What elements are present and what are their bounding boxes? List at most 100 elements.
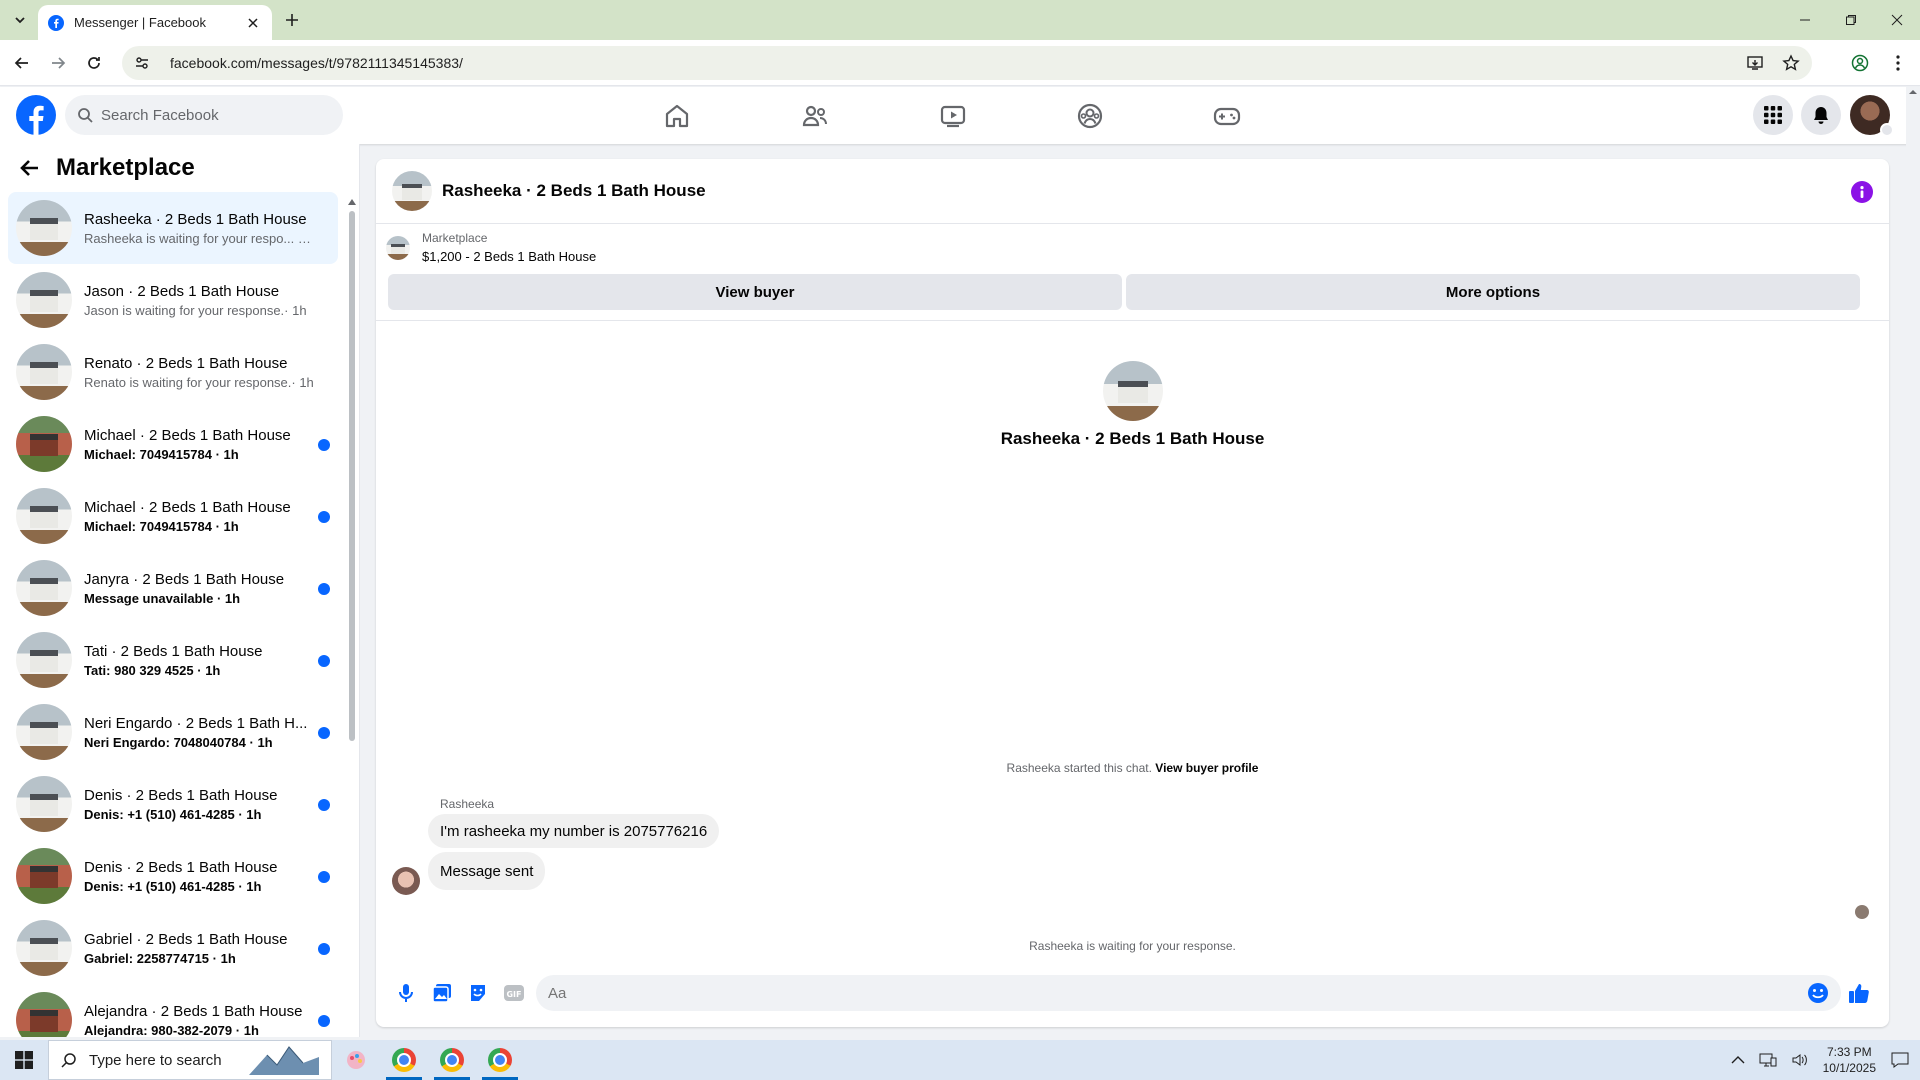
listing-thumbnail [16, 632, 72, 688]
conversation-time: · 1h [238, 878, 262, 894]
volume-icon[interactable] [1791, 1052, 1809, 1068]
emoji-icon[interactable] [1807, 982, 1829, 1004]
photo-icon [432, 984, 451, 1003]
facebook-search[interactable] [65, 95, 343, 135]
back-arrow-button[interactable] [18, 158, 40, 178]
message-input[interactable] [548, 984, 1807, 1002]
account-chevron-icon[interactable] [1880, 123, 1894, 137]
voice-clip-button[interactable] [388, 975, 424, 1011]
facebook-search-input[interactable] [101, 106, 321, 124]
listing-thumbnail [16, 560, 72, 616]
gaming-icon [1213, 107, 1241, 126]
conversation-item[interactable]: Jason · 2 Beds 1 Bath House Jason is wai… [8, 264, 338, 336]
tab-close-button[interactable] [244, 14, 262, 32]
conversation-time: · 1h [212, 950, 236, 966]
nav-home[interactable] [660, 99, 694, 133]
conversation-item[interactable]: Denis · 2 Beds 1 Bath House Denis: +1 (5… [8, 768, 338, 840]
notification-center-icon[interactable] [1890, 1051, 1910, 1069]
address-bar[interactable]: facebook.com/messages/t/9782111345145383… [122, 46, 1812, 80]
nav-friends[interactable] [798, 99, 832, 133]
chat-title[interactable]: Rasheeka · 2 Beds 1 Bath House [442, 181, 706, 201]
search-highlight-icon [249, 1046, 319, 1075]
install-app-icon[interactable] [1746, 54, 1764, 72]
chat-header-thumbnail[interactable] [392, 171, 432, 211]
notifications-button[interactable] [1801, 95, 1841, 135]
system-clock[interactable]: 7:33 PM 10/1/2025 [1823, 1044, 1876, 1076]
conversation-time: · 1h [215, 446, 239, 462]
listing-summary[interactable]: Marketplace $1,200 - 2 Beds 1 Bath House [386, 231, 596, 264]
restore-button[interactable] [1828, 0, 1874, 40]
scroll-up-icon[interactable] [348, 199, 356, 205]
conversation-item[interactable]: Rasheeka · 2 Beds 1 Bath House Rasheeka … [8, 192, 338, 264]
conversation-item[interactable]: Neri Engardo · 2 Beds 1 Bath H... Neri E… [8, 696, 338, 768]
menu-button[interactable] [1753, 95, 1793, 135]
conversation-time: · 1h [249, 734, 273, 750]
conversation-info-button[interactable] [1851, 181, 1873, 203]
more-options-button[interactable]: More options [1126, 274, 1860, 310]
conversation-list: Rasheeka · 2 Beds 1 Bath House Rasheeka … [8, 192, 338, 1037]
conversation-preview: Message unavailable [84, 590, 214, 606]
profile-button[interactable] [1846, 49, 1874, 77]
message-bubble[interactable]: Message sent [428, 852, 546, 890]
back-button[interactable] [8, 49, 36, 77]
system-tray: 7:33 PM 10/1/2025 [1731, 1040, 1920, 1080]
minimize-button[interactable] [1782, 0, 1828, 40]
browser-menu-button[interactable] [1884, 49, 1912, 77]
tab-search-button[interactable] [8, 8, 32, 32]
nav-groups[interactable] [1073, 99, 1107, 133]
taskbar-app-chrome-2[interactable] [428, 1040, 476, 1080]
conversation-preview: Jason is waiting for your response. [84, 302, 285, 318]
arrow-left-icon [14, 57, 28, 69]
message-bubble[interactable]: I'm rasheeka my number is 2075776216 [428, 814, 720, 848]
bell-icon [1814, 107, 1828, 124]
taskbar-app-chrome-1[interactable] [380, 1040, 428, 1080]
new-tab-button[interactable] [280, 8, 304, 32]
reload-button[interactable] [80, 49, 108, 77]
conversation-name: Gabriel · 2 Beds 1 Bath House [84, 930, 288, 948]
arrow-left-icon [20, 160, 38, 176]
listing-thumbnail [16, 344, 72, 400]
chevron-up-icon[interactable] [1731, 1055, 1745, 1065]
sidebar-scrollbar[interactable] [348, 199, 356, 1037]
sender-avatar[interactable] [392, 867, 420, 895]
chat-center-name: Rasheeka · 2 Beds 1 Bath House [1000, 429, 1265, 448]
chat-panel: Rasheeka · 2 Beds 1 Bath House Marketpla… [376, 159, 1889, 1027]
listing-thumbnail [16, 488, 72, 544]
forward-button[interactable] [44, 49, 72, 77]
conversation-name: Denis · 2 Beds 1 Bath House [84, 858, 278, 876]
nav-video[interactable] [936, 99, 970, 133]
conversation-item[interactable]: Gabriel · 2 Beds 1 Bath House Gabriel: 2… [8, 912, 338, 984]
page-scrollbar[interactable] [1906, 87, 1920, 1037]
taskbar-app-chrome-3[interactable] [476, 1040, 524, 1080]
conversation-name: Renato · 2 Beds 1 Bath House [84, 354, 288, 372]
like-button[interactable] [1841, 975, 1877, 1011]
conversation-preview: Michael: 7049415784 [84, 446, 212, 462]
network-icon[interactable] [1759, 1052, 1777, 1068]
bookmark-star-icon[interactable] [1782, 54, 1800, 72]
facebook-logo[interactable] [16, 95, 56, 135]
conversation-item[interactable]: Renato · 2 Beds 1 Bath House Renato is w… [8, 336, 338, 408]
taskbar-search[interactable]: Type here to search [48, 1040, 332, 1080]
conversation-name: Neri Engardo · 2 Beds 1 Bath H... [84, 714, 308, 732]
close-window-button[interactable] [1874, 0, 1920, 40]
attach-photo-button[interactable] [424, 975, 460, 1011]
view-buyer-profile-link[interactable]: View buyer profile [1155, 761, 1258, 775]
taskbar-app-paint[interactable] [332, 1040, 380, 1080]
conversation-item[interactable]: Janyra · 2 Beds 1 Bath House Message una… [8, 552, 338, 624]
sticker-button[interactable] [460, 975, 496, 1011]
conversation-item[interactable]: Alejandra · 2 Beds 1 Bath House Alejandr… [8, 984, 338, 1037]
conversation-item[interactable]: Michael · 2 Beds 1 Bath House Michael: 7… [8, 408, 338, 480]
conversation-item[interactable]: Tati · 2 Beds 1 Bath House Tati: 980 329… [8, 624, 338, 696]
message-input-box[interactable] [536, 975, 1841, 1011]
view-buyer-button[interactable]: View buyer [388, 274, 1122, 310]
conversation-item[interactable]: Denis · 2 Beds 1 Bath House Denis: +1 (5… [8, 840, 338, 912]
scroll-up-icon[interactable] [1906, 87, 1920, 97]
conversation-item[interactable]: Michael · 2 Beds 1 Bath House Michael: 7… [8, 480, 338, 552]
nav-gaming[interactable] [1210, 99, 1244, 133]
gif-button[interactable]: GIF [496, 975, 532, 1011]
groups-icon [1077, 103, 1103, 129]
start-button[interactable] [0, 1040, 48, 1080]
browser-tab[interactable]: Messenger | Facebook [38, 5, 272, 40]
sidebar-scrollbar-thumb[interactable] [349, 211, 355, 741]
browser-toolbar: facebook.com/messages/t/9782111345145383… [0, 40, 1920, 86]
